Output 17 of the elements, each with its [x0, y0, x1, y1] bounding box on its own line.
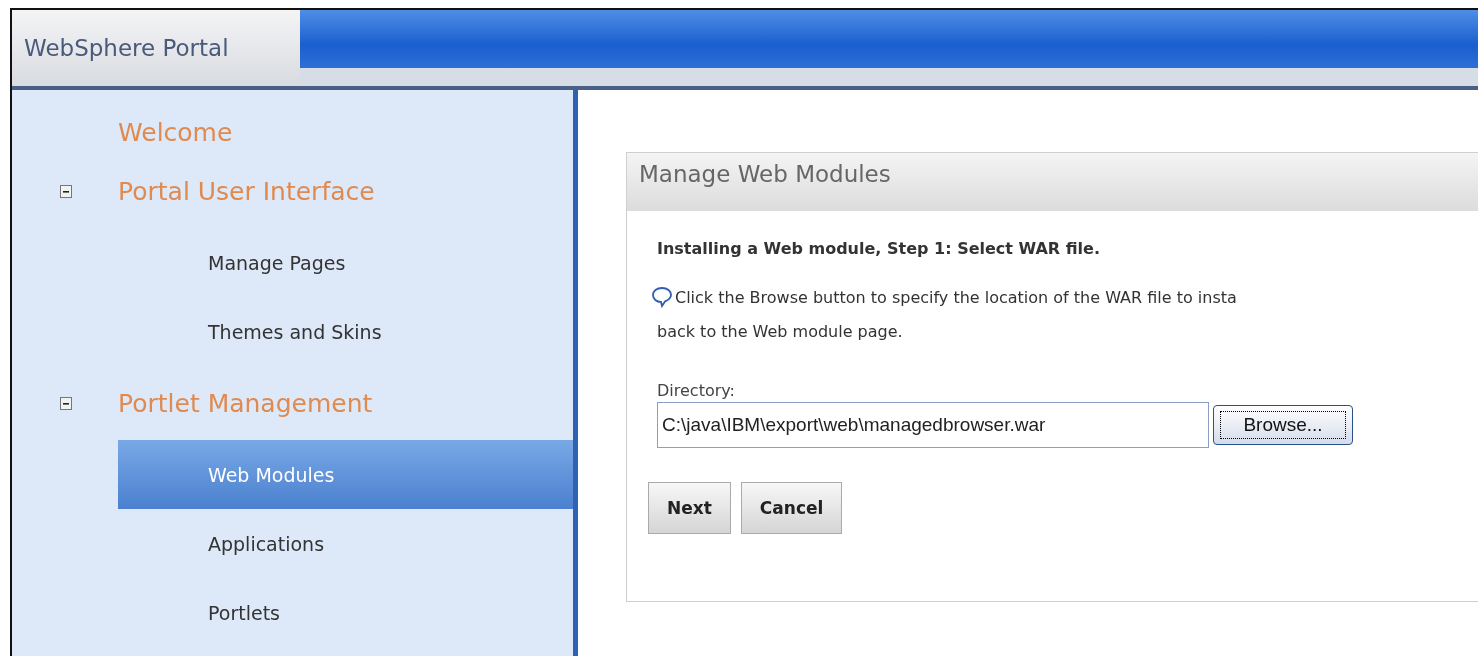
field-label: Directory:	[657, 381, 736, 400]
nav-item[interactable]: Themes and Skins	[118, 297, 573, 366]
collapse-icon[interactable]	[60, 184, 72, 198]
nav-item[interactable]: Portlets	[118, 578, 573, 647]
info-text: Click the Browse button to specify the location of the WAR file to insta	[675, 287, 1237, 307]
collapse-icon[interactable]	[60, 396, 72, 410]
header-title: WebSphere Portal	[12, 10, 300, 86]
browse-button[interactable]: Browse...	[1213, 405, 1353, 445]
info-text: back to the Web module page.	[657, 322, 904, 341]
cancel-button[interactable]: Cancel	[740, 482, 843, 534]
step-heading: Installing a Web module, Step 1: Select WAR file.	[657, 239, 1102, 258]
nav-item[interactable]: Applications	[118, 509, 573, 578]
speech-bubble-icon	[651, 286, 673, 308]
directory-field[interactable]: C:\java\IBM\export\web\managedbrowser.war	[657, 402, 1209, 448]
next-button[interactable]: Next	[648, 482, 731, 534]
nav-item[interactable]: Manage Pages	[118, 228, 573, 297]
panel-title: Manage Web Modules	[627, 153, 1478, 211]
